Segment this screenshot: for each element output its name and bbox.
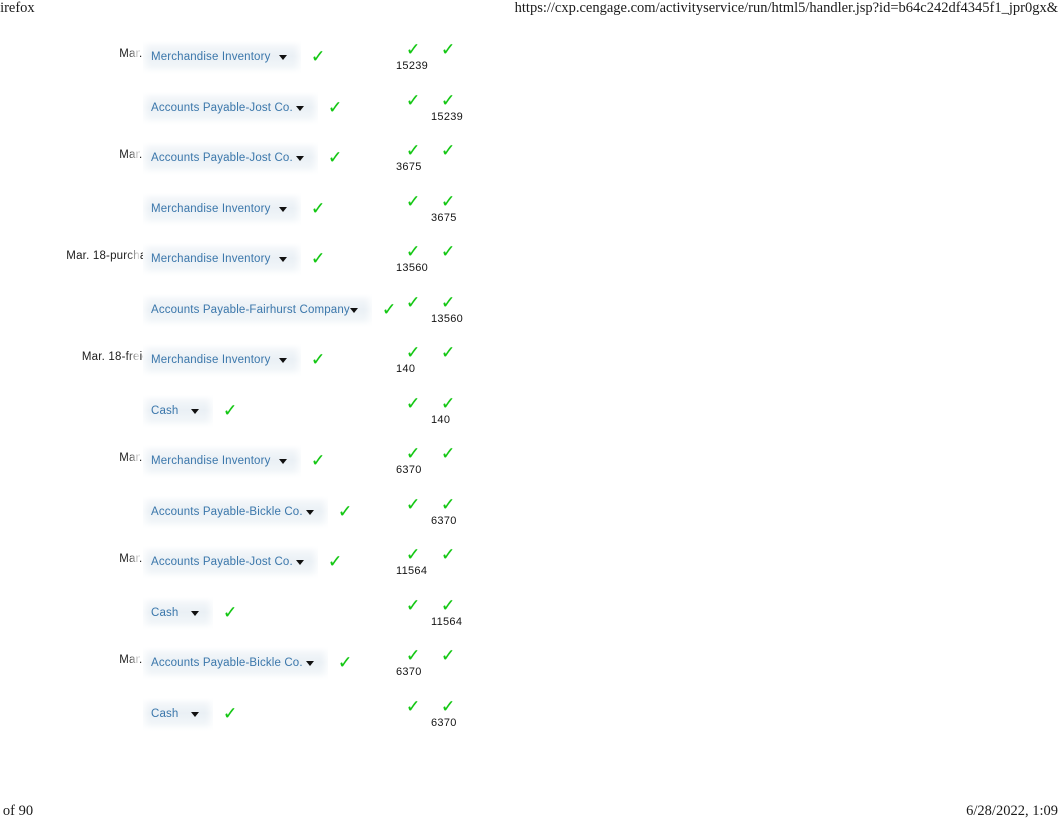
caret-down-icon[interactable]: [296, 560, 304, 565]
caret-down-icon[interactable]: [306, 510, 314, 515]
account-select-value: Merchandise Inventory: [151, 203, 271, 215]
debit-amount-check-icon: ✓: [406, 141, 421, 161]
amount-value: 6370: [431, 717, 457, 729]
debit-amount-check-icon: ✓: [406, 646, 421, 666]
caret-down-icon[interactable]: [191, 611, 199, 616]
debit-amount-check-icon: ✓: [406, 343, 421, 363]
credit-amount-check-icon: ✓: [441, 444, 456, 464]
debit-amount-check-icon: ✓: [406, 495, 421, 515]
amount-value: 6370: [431, 515, 457, 527]
amount-value: 13560: [396, 262, 429, 274]
amount-value: 11564: [431, 616, 463, 628]
journal-entry-group: Mar. 14 Accounts Payable-Jost Co. ✓ ✓ ✓ 3675 M…: [0, 135, 1062, 236]
caret-down-icon[interactable]: [191, 712, 199, 717]
journal-credit-row: Cash ✓ ✓ ✓ 6370: [0, 691, 1062, 737]
amount-value: 11564: [396, 565, 428, 577]
page-url-label: https://cxp.cengage.com/activityservice/…: [514, 0, 1058, 16]
account-select-value: Accounts Payable-Jost Co.: [151, 556, 293, 568]
amount-value: 15239: [431, 111, 464, 123]
credit-amount-check-icon: ✓: [441, 242, 456, 262]
amount-value: 140: [431, 414, 451, 426]
journal-debit-row: Mar. 18-freight Merchandise Inventory ✓ ✓ ✓ 1…: [0, 337, 1062, 383]
caret-down-icon[interactable]: [296, 106, 304, 111]
debit-amount-check-icon: ✓: [406, 596, 421, 616]
caret-down-icon[interactable]: [350, 308, 358, 313]
credit-amount-check-icon: ✓: [441, 192, 456, 212]
account-select-value: Merchandise Inventory: [151, 455, 271, 467]
print-header: Firefox https://cxp.cengage.com/activity…: [0, 0, 1062, 22]
debit-amount-check-icon: ✓: [406, 394, 421, 414]
credit-amount-check-icon: ✓: [441, 545, 456, 565]
print-timestamp-label: 6/28/2022, 1:09: [966, 803, 1058, 819]
journal-debit-row: Mar. 13 Merchandise Inventory ✓ ✓ ✓ 15239: [0, 34, 1062, 80]
journal-debit-row: Mar. 23 Accounts Payable-Jost Co. ✓ ✓ ✓ 11564: [0, 539, 1062, 585]
amount-value: 3675: [431, 212, 457, 224]
journal-credit-row: Cash ✓ ✓ ✓ 11564: [0, 590, 1062, 636]
credit-amount-check-icon: ✓: [441, 646, 456, 666]
debit-amount-check-icon: ✓: [406, 293, 421, 313]
amount-value: 6370: [396, 464, 422, 476]
debit-amount-check-icon: ✓: [406, 242, 421, 262]
account-select-value: Merchandise Inventory: [151, 253, 271, 265]
journal-debit-row: Mar. 29 Accounts Payable-Bickle Co. ✓ ✓ ✓ 637…: [0, 640, 1062, 686]
account-select-value: Accounts Payable-Fairhurst Company: [151, 304, 350, 316]
amount-value: 140: [396, 363, 416, 375]
journal-credit-row: Cash ✓ ✓ ✓ 140: [0, 388, 1062, 434]
credit-amount-check-icon: ✓: [441, 495, 456, 515]
caret-down-icon[interactable]: [191, 409, 199, 414]
debit-amount-check-icon: ✓: [406, 697, 421, 717]
journal-entry-group: Mar. 18-purchase Merchandise Inventory ✓ ✓ ✓…: [0, 236, 1062, 337]
credit-amount-check-icon: ✓: [441, 343, 456, 363]
journal-credit-row: Accounts Payable-Jost Co. ✓ ✓ ✓ 15239: [0, 85, 1062, 131]
credit-amount-check-icon: ✓: [441, 141, 456, 161]
journal-entry-group: Mar. 13 Merchandise Inventory ✓ ✓ ✓ 15239 Acco…: [0, 34, 1062, 135]
caret-down-icon[interactable]: [306, 661, 314, 666]
journal-debit-row: Mar. 18-purchase Merchandise Inventory ✓ ✓ ✓…: [0, 236, 1062, 282]
debit-amount-check-icon: ✓: [406, 40, 421, 60]
journal-entry-group: Mar. 23 Accounts Payable-Jost Co. ✓ ✓ ✓ 11564…: [0, 539, 1062, 640]
amount-value: 6370: [396, 666, 422, 678]
credit-amount-check-icon: ✓: [441, 394, 456, 414]
credit-amount-check-icon: ✓: [441, 596, 456, 616]
account-select-value: Merchandise Inventory: [151, 51, 271, 63]
account-select-value: Accounts Payable-Jost Co.: [151, 152, 293, 164]
journal-entry-group: Mar. 29 Accounts Payable-Bickle Co. ✓ ✓ ✓ 637…: [0, 640, 1062, 741]
credit-amount-check-icon: ✓: [441, 91, 456, 111]
credit-amount-check-icon: ✓: [441, 40, 456, 60]
account-select-value: Merchandise Inventory: [151, 354, 271, 366]
journal-credit-row: Accounts Payable-Fairhurst Company ✓ ✓ ✓ 135…: [0, 287, 1062, 333]
account-select-value: Cash: [151, 708, 179, 720]
caret-down-icon[interactable]: [279, 55, 287, 60]
credit-amount-check-icon: ✓: [441, 293, 456, 313]
caret-down-icon[interactable]: [279, 257, 287, 262]
account-select-value: Cash: [151, 405, 179, 417]
caret-down-icon[interactable]: [279, 207, 287, 212]
amount-value: 13560: [431, 313, 464, 325]
journal-entry-group: Mar. 18-freight Merchandise Inventory ✓ ✓ ✓ 1…: [0, 337, 1062, 438]
account-select-value: Accounts Payable-Bickle Co.: [151, 657, 303, 669]
journal-entry-list: Mar. 13 Merchandise Inventory ✓ ✓ ✓ 15239 Acco…: [0, 34, 1062, 741]
caret-down-icon[interactable]: [279, 358, 287, 363]
caret-down-icon[interactable]: [279, 459, 287, 464]
account-select-value: Accounts Payable-Bickle Co.: [151, 506, 303, 518]
credit-amount-check-icon: ✓: [441, 697, 456, 717]
journal-credit-row: Accounts Payable-Bickle Co. ✓ ✓ ✓ 6370: [0, 489, 1062, 535]
page-number-label: 2 of 90: [0, 803, 34, 819]
browser-name-label: Firefox: [0, 0, 35, 16]
caret-down-icon[interactable]: [296, 156, 304, 161]
account-select-value: Accounts Payable-Jost Co.: [151, 102, 293, 114]
debit-amount-check-icon: ✓: [406, 444, 421, 464]
journal-entry-group: Mar. 19 Merchandise Inventory ✓ ✓ ✓ 6370 Accou…: [0, 438, 1062, 539]
amount-value: 15239: [396, 60, 429, 72]
debit-amount-check-icon: ✓: [406, 545, 421, 565]
journal-debit-row: Mar. 19 Merchandise Inventory ✓ ✓ ✓ 6370: [0, 438, 1062, 484]
debit-amount-check-icon: ✓: [406, 192, 421, 212]
amount-value: 3675: [396, 161, 422, 173]
account-select-value: Cash: [151, 607, 179, 619]
journal-debit-row: Mar. 14 Accounts Payable-Jost Co. ✓ ✓ ✓ 3675: [0, 135, 1062, 181]
debit-amount-check-icon: ✓: [406, 91, 421, 111]
journal-credit-row: Merchandise Inventory ✓ ✓ ✓ 3675: [0, 186, 1062, 232]
